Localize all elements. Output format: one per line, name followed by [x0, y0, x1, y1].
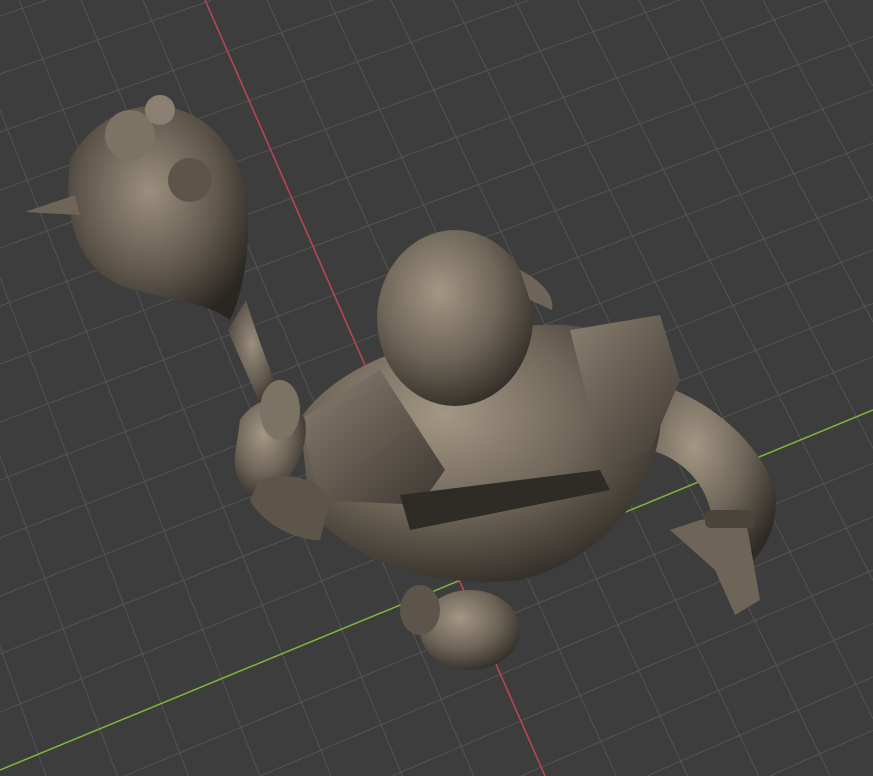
legs	[400, 585, 520, 670]
club	[25, 95, 282, 410]
3d-viewport[interactable]	[0, 0, 873, 776]
sculpt-model[interactable]	[0, 0, 873, 776]
